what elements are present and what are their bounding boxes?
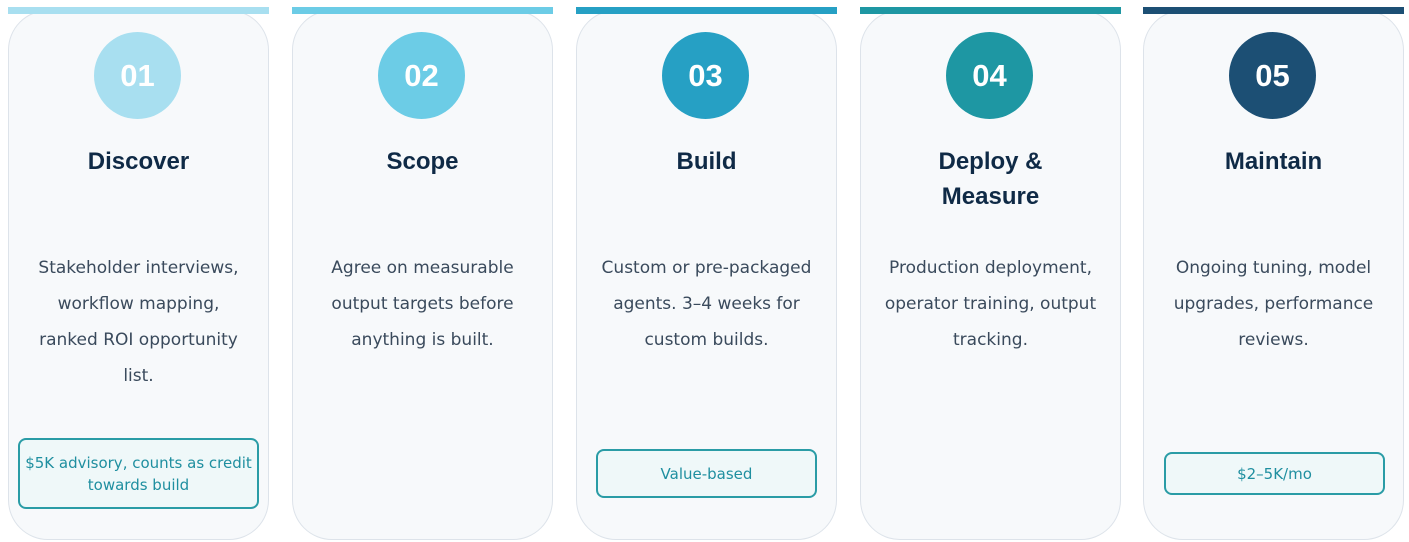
step-description: Ongoing tuning, model upgrades, performa… xyxy=(1173,258,1374,350)
step-description: Agree on measurable output targets befor… xyxy=(331,258,514,350)
step-number-circle: 05 xyxy=(1229,32,1316,119)
step-title: Build xyxy=(676,148,737,175)
step-title: Maintain xyxy=(1224,148,1323,175)
step-number-circle: 03 xyxy=(662,32,749,119)
step-pricing-badge: $5K advisory, counts as credit towards b… xyxy=(18,438,259,509)
step-card-deploy-measure: 04 Deploy & Measure Production deploymen… xyxy=(860,7,1121,540)
step-card-discover: 01 Discover Stakeholder interviews, work… xyxy=(8,7,269,540)
step-number: 04 xyxy=(972,57,1007,93)
step-title: Deploy & Measure xyxy=(938,148,1043,210)
step-card-scope: 02 Scope Agree on measurable output targ… xyxy=(292,7,553,540)
step-number-circle: 02 xyxy=(378,32,465,119)
step-accent-bar xyxy=(1143,7,1404,14)
step-accent-bar xyxy=(8,7,269,14)
step-title: Scope xyxy=(386,148,459,175)
step-pricing-text: $5K advisory, counts as credit towards b… xyxy=(25,453,252,494)
step-accent-bar xyxy=(860,7,1121,14)
step-pricing-text: $2–5K/mo xyxy=(1237,464,1312,483)
step-pricing-badge: $2–5K/mo xyxy=(1164,452,1385,495)
step-description: Production deployment, operator training… xyxy=(884,258,1097,350)
step-pricing-badge: Value-based xyxy=(596,449,817,498)
step-card-maintain: 05 Maintain Ongoing tuning, model upgrad… xyxy=(1143,7,1404,540)
process-steps: 01 Discover Stakeholder interviews, work… xyxy=(8,7,1404,540)
step-title: Discover xyxy=(87,148,190,175)
step-accent-bar xyxy=(292,7,553,14)
step-number-circle: 04 xyxy=(946,32,1033,119)
step-number: 01 xyxy=(120,57,155,93)
step-number-circle: 01 xyxy=(94,32,181,119)
step-number: 03 xyxy=(688,57,723,93)
step-accent-bar xyxy=(576,7,837,14)
step-number: 05 xyxy=(1255,57,1290,93)
step-number: 02 xyxy=(404,57,439,93)
step-card-build: 03 Build Custom or pre-packaged agents. … xyxy=(576,7,837,540)
step-description: Custom or pre-packaged agents. 3–4 weeks… xyxy=(601,258,812,350)
step-pricing-text: Value-based xyxy=(660,464,753,483)
step-description: Stakeholder interviews, workflow mapping… xyxy=(38,258,239,386)
